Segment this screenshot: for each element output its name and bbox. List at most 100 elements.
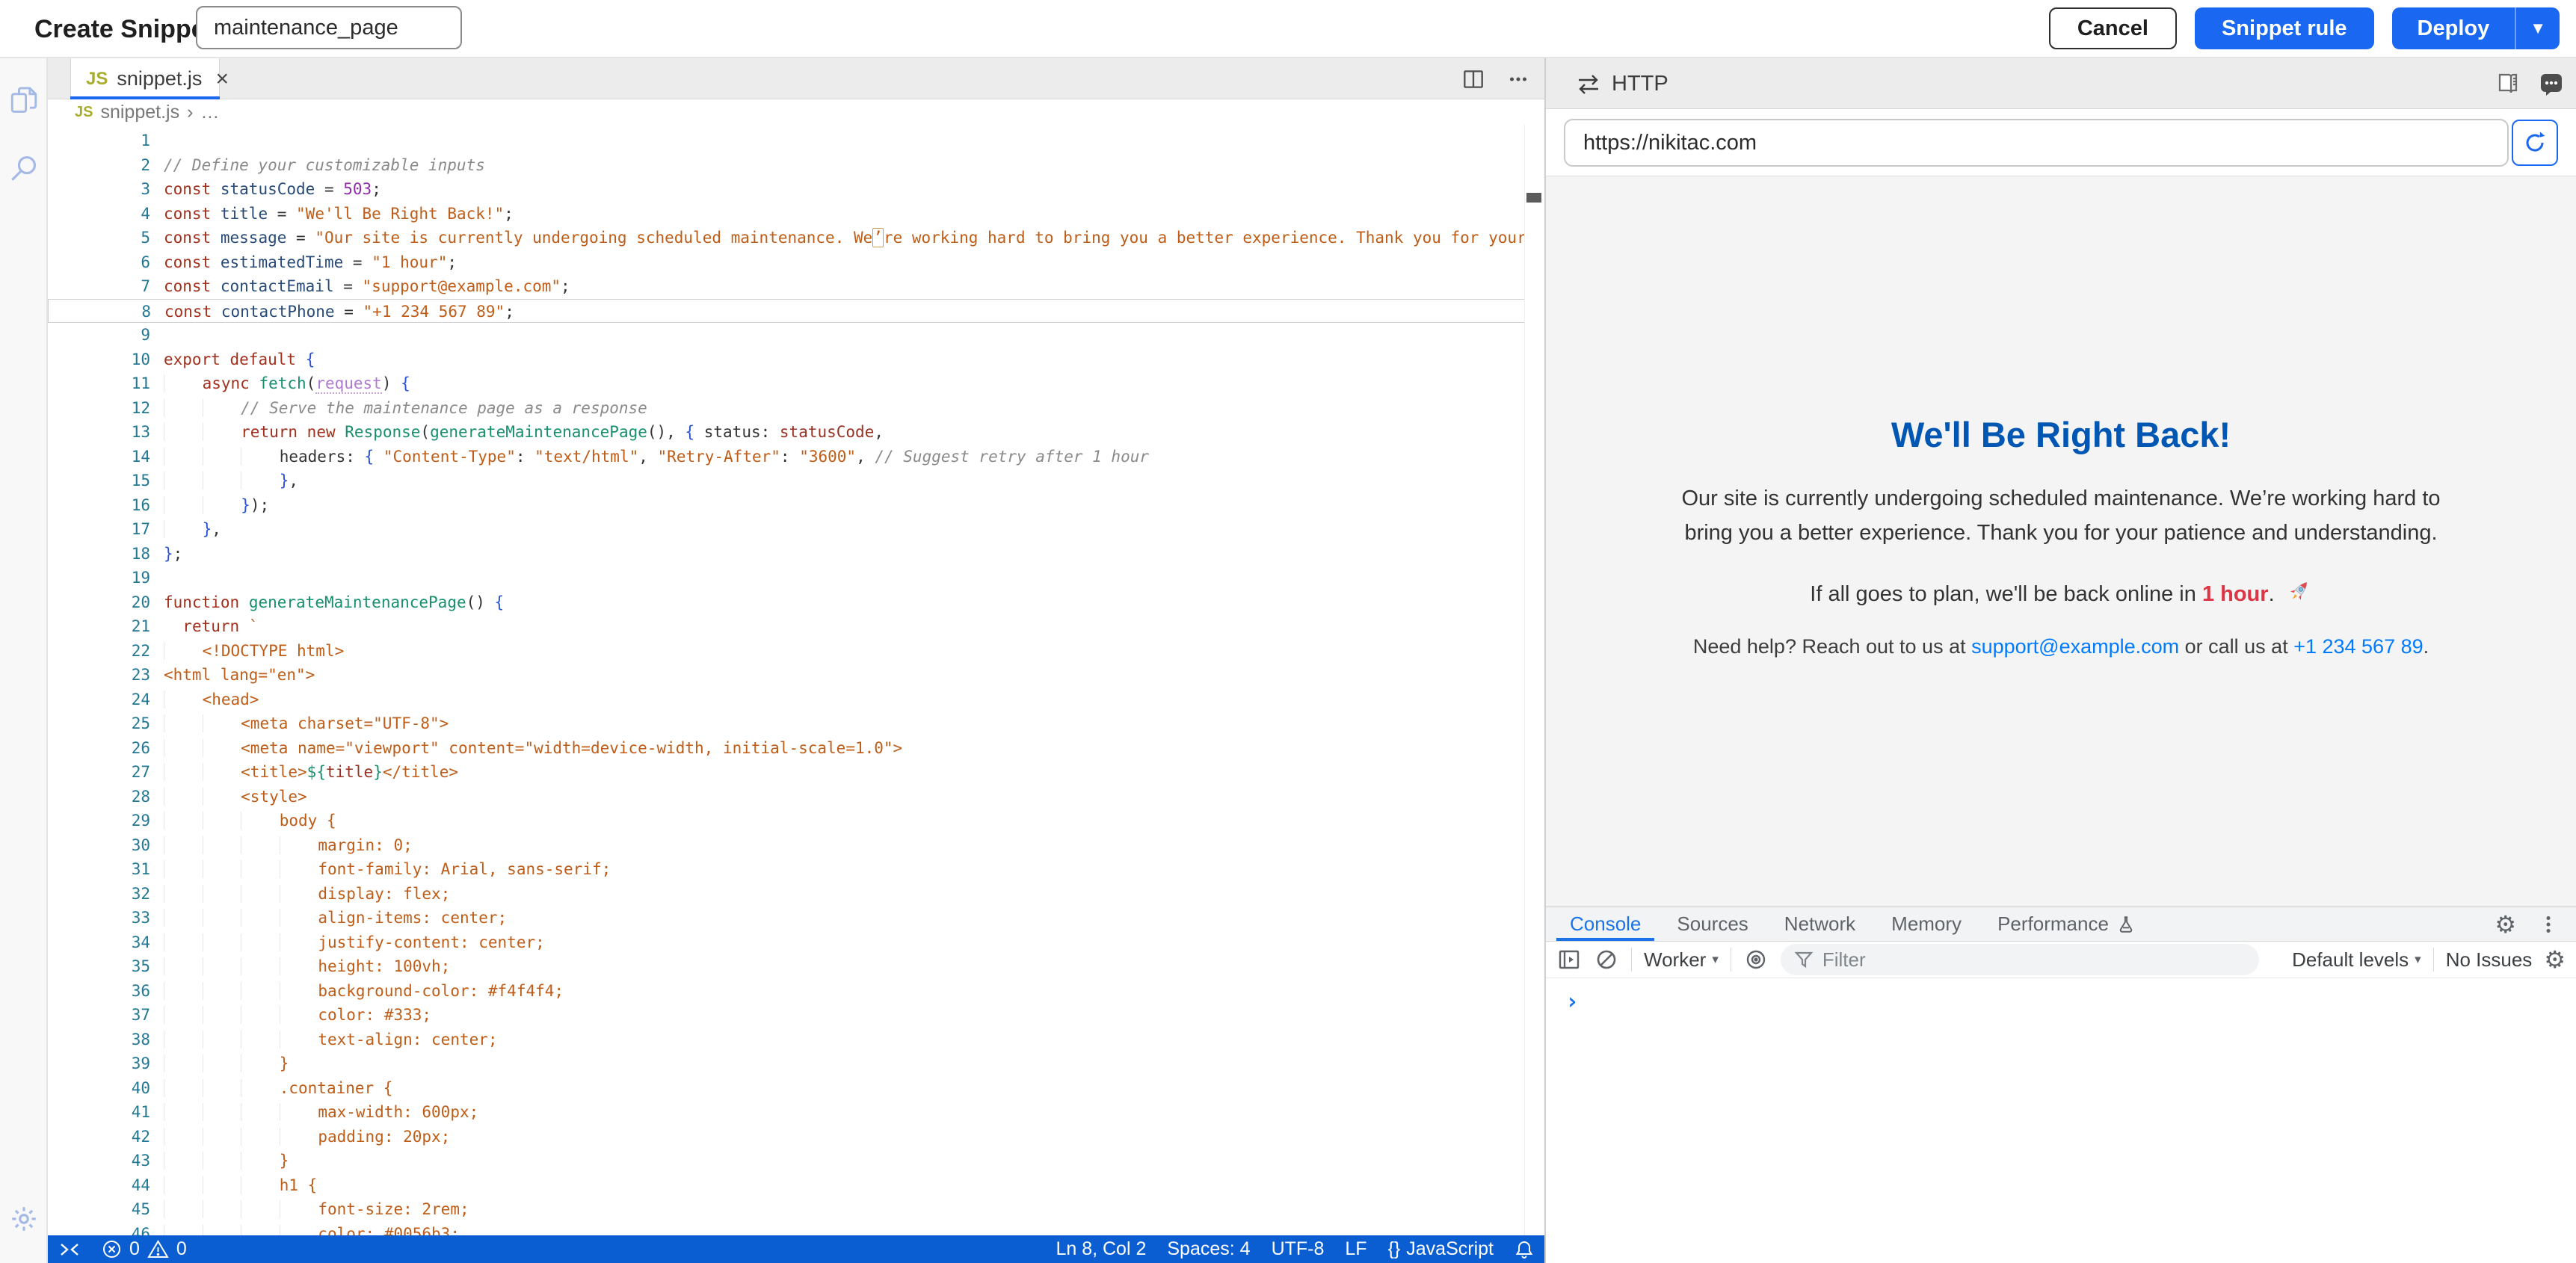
code-line[interactable]: 8const contactPhone = "+1 234 567 89";	[48, 299, 1525, 324]
support-email-link[interactable]: support@example.com	[1971, 635, 2179, 658]
code-line[interactable]: 30 margin: 0;	[48, 833, 1525, 858]
code-line[interactable]: 41 max-width: 600px;	[48, 1100, 1525, 1125]
chat-feedback-icon[interactable]	[2539, 70, 2564, 98]
code-line[interactable]: 29 body {	[48, 809, 1525, 833]
devtools-settings-gear-icon[interactable]: ⚙	[2495, 910, 2516, 939]
line-text: color: #333;	[150, 1003, 431, 1028]
code-line[interactable]: 45 font-size: 2rem;	[48, 1197, 1525, 1222]
code-line[interactable]: 1	[48, 129, 1525, 153]
code-line[interactable]: 26 <meta name="viewport" content="width=…	[48, 736, 1525, 761]
line-number: 16	[48, 493, 150, 518]
editor-scrollbar[interactable]	[1524, 125, 1544, 1235]
split-editor-icon[interactable]	[1461, 67, 1486, 92]
code-line[interactable]: 33 align-items: center;	[48, 906, 1525, 930]
code-line[interactable]: 38 text-align: center;	[48, 1028, 1525, 1052]
code-line[interactable]: 28 <style>	[48, 785, 1525, 809]
console-output[interactable]: ›	[1546, 978, 2576, 1263]
code-line[interactable]: 39 }	[48, 1052, 1525, 1076]
code-line[interactable]: 18};	[48, 542, 1525, 566]
more-actions-icon[interactable]	[1506, 67, 1531, 92]
code-line[interactable]: 15 },	[48, 469, 1525, 493]
remote-indicator[interactable]	[48, 1235, 91, 1263]
code-line[interactable]: 27 <title>${title}</title>	[48, 760, 1525, 785]
code-line[interactable]: 43 }	[48, 1149, 1525, 1173]
tab-snippet-js[interactable]: JS snippet.js ×	[70, 58, 220, 99]
indentation-setting[interactable]: Spaces: 4	[1156, 1238, 1260, 1260]
code-line[interactable]: 6const estimatedTime = "1 hour";	[48, 250, 1525, 275]
tab-http[interactable]: HTTP	[1556, 58, 1688, 109]
phone-link[interactable]: +1 234 567 89	[2293, 635, 2423, 658]
code-line[interactable]: 31 font-family: Arial, sans-serif;	[48, 857, 1525, 882]
code-line[interactable]: 19	[48, 566, 1525, 590]
devtools-tab-memory[interactable]: Memory	[1873, 907, 1979, 941]
code-line[interactable]: 2// Define your customizable inputs	[48, 153, 1525, 178]
clear-console-icon[interactable]	[1594, 947, 1619, 972]
files-icon[interactable]	[8, 85, 40, 117]
devtools-tab-console[interactable]: Console	[1552, 907, 1659, 941]
console-prompt[interactable]: ›	[1565, 989, 1579, 1015]
snippet-name-input[interactable]	[196, 6, 462, 49]
code-line[interactable]: 22 <!DOCTYPE html>	[48, 639, 1525, 664]
code-line[interactable]: 16 });	[48, 493, 1525, 518]
encoding-setting[interactable]: UTF-8	[1261, 1238, 1335, 1260]
devtools-tab-network[interactable]: Network	[1766, 907, 1873, 941]
code-line[interactable]: 25 <meta charset="UTF-8">	[48, 711, 1525, 736]
line-number: 28	[48, 785, 150, 809]
code-line[interactable]: 34 justify-content: center;	[48, 930, 1525, 955]
issues-counter[interactable]: No Issues	[2446, 948, 2533, 972]
code-line[interactable]: 42 padding: 20px;	[48, 1125, 1525, 1149]
code-line[interactable]: 13 return new Response(generateMaintenan…	[48, 420, 1525, 445]
refresh-button[interactable]	[2512, 120, 2558, 166]
code-line[interactable]: 17 },	[48, 517, 1525, 542]
docs-book-icon[interactable]	[2495, 70, 2521, 98]
code-line[interactable]: 20function generateMaintenancePage() {	[48, 590, 1525, 615]
code-line[interactable]: 35 height: 100vh;	[48, 954, 1525, 979]
devtools-tab-sources[interactable]: Sources	[1659, 907, 1766, 941]
code-line[interactable]: 23<html lang="en">	[48, 663, 1525, 688]
line-number: 9	[48, 323, 150, 348]
console-settings-gear-icon[interactable]: ⚙	[2544, 945, 2566, 974]
code-line[interactable]: 7const contactEmail = "support@example.c…	[48, 274, 1525, 299]
snippet-rule-button[interactable]: Snippet rule	[2195, 7, 2374, 49]
devtools-menu-icon[interactable]	[2536, 912, 2561, 937]
code-line[interactable]: 24 <head>	[48, 688, 1525, 712]
notifications-bell-icon[interactable]	[1504, 1239, 1544, 1260]
settings-gear-icon[interactable]	[8, 1203, 40, 1235]
live-expression-eye-icon[interactable]	[1743, 947, 1769, 972]
search-icon[interactable]	[8, 152, 40, 184]
code-line[interactable]: 37 color: #333;	[48, 1003, 1525, 1028]
console-context-dropdown[interactable]: Worker ▾	[1644, 948, 1719, 972]
console-filter-input[interactable]: Filter	[1781, 944, 2259, 975]
cursor-position[interactable]: Ln 8, Col 2	[1045, 1238, 1156, 1260]
preview-url-input[interactable]	[1564, 119, 2509, 167]
breadcrumb-file[interactable]: snippet.js	[100, 102, 179, 123]
deploy-button[interactable]: Deploy	[2392, 7, 2515, 49]
code-line[interactable]: 40 .container {	[48, 1076, 1525, 1101]
code-line[interactable]: 10export default {	[48, 348, 1525, 372]
breadcrumb-more[interactable]: …	[200, 102, 219, 123]
problems-indicator[interactable]: 0 0	[91, 1235, 197, 1263]
code-line[interactable]: 46 color: #0056b3;	[48, 1222, 1525, 1236]
code-line[interactable]: 5const message = "Our site is currently …	[48, 226, 1525, 250]
code-line[interactable]: 14 headers: { "Content-Type": "text/html…	[48, 445, 1525, 469]
devtools-tab-performance[interactable]: Performance	[1979, 907, 2154, 941]
code-line[interactable]: 11 async fetch(request) {	[48, 371, 1525, 396]
breadcrumb[interactable]: JS snippet.js › …	[48, 99, 1544, 125]
code-line[interactable]: 32 display: flex;	[48, 882, 1525, 907]
code-line[interactable]: 36 background-color: #f4f4f4;	[48, 979, 1525, 1004]
code-line[interactable]: 12 // Serve the maintenance page as a re…	[48, 396, 1525, 421]
deploy-dropdown-button[interactable]: ▼	[2515, 7, 2560, 49]
code-line[interactable]: 21 return `	[48, 614, 1525, 639]
line-number: 19	[48, 566, 150, 590]
console-sidebar-toggle-icon[interactable]	[1556, 947, 1582, 972]
eol-setting[interactable]: LF	[1334, 1238, 1377, 1260]
language-mode[interactable]: {} JavaScript	[1378, 1238, 1504, 1260]
close-tab-icon[interactable]: ×	[215, 67, 229, 92]
cancel-button[interactable]: Cancel	[2049, 7, 2177, 49]
code-line[interactable]: 44 h1 {	[48, 1173, 1525, 1198]
code-line[interactable]: 4const title = "We'll Be Right Back!";	[48, 202, 1525, 226]
log-levels-dropdown[interactable]: Default levels ▾	[2292, 948, 2421, 972]
code-line[interactable]: 3const statusCode = 503;	[48, 177, 1525, 202]
code-line[interactable]: 9	[48, 323, 1525, 348]
code-editor[interactable]: 12// Define your customizable inputs3con…	[48, 125, 1525, 1235]
